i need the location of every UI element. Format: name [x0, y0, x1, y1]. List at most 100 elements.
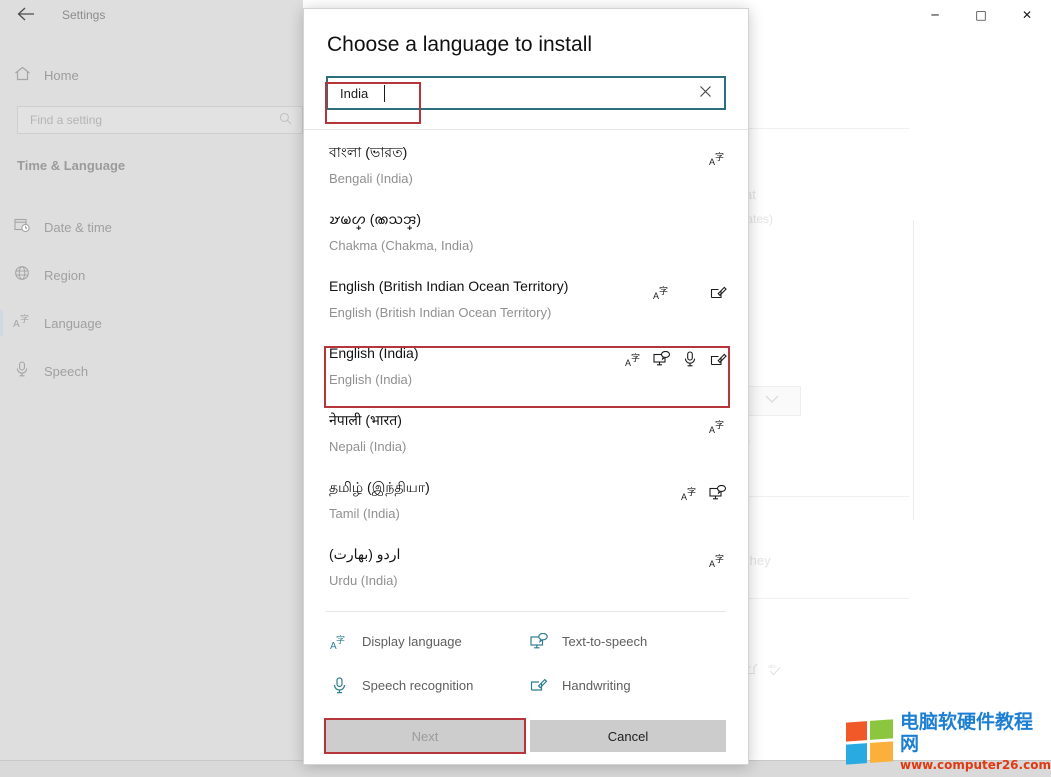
- dialog-title: Choose a language to install: [327, 33, 593, 56]
- sidebar-item-speech[interactable]: Speech: [0, 354, 303, 388]
- text-caret: [384, 85, 385, 102]
- svg-text:A: A: [13, 319, 20, 329]
- legend-label: Text-to-speech: [562, 633, 648, 649]
- svg-text:abc: abc: [768, 664, 777, 670]
- sidebar-group-title: Time & Language: [17, 158, 126, 173]
- minimize-button[interactable]: ─: [912, 0, 958, 31]
- svg-text:字: 字: [336, 634, 345, 646]
- list-item[interactable]: 𑄏𑄟𑄦𑄳 (𑄚𑄥𑄞𑄳) Chakma (Chakma, India): [304, 197, 748, 264]
- watermark-site-name: 电脑软硬件教程网: [900, 711, 1034, 755]
- sidebar-item-label: Region: [44, 267, 86, 283]
- maximize-button[interactable]: □: [958, 0, 1004, 31]
- language-english-name: English (British Indian Ocean Territory): [329, 305, 552, 320]
- svg-text:字: 字: [715, 553, 724, 565]
- watermark-url: www.computer26.com: [900, 758, 1051, 772]
- list-item[interactable]: नेपाली (भारत) Nepali (India) A 字: [304, 398, 748, 465]
- language-feature-icons: A 字: [708, 148, 728, 168]
- list-item[interactable]: اردو (بھارت) Urdu (India) A 字: [304, 532, 748, 599]
- background-divider: [749, 598, 909, 599]
- language-english-name: English (India): [329, 372, 413, 387]
- list-item[interactable]: English (India) English (India) A 字: [304, 331, 748, 398]
- legend-item-display-language: A 字 Display language: [326, 630, 526, 652]
- globe-icon: [0, 265, 44, 285]
- language-feature-icons: A 字: [624, 349, 728, 369]
- text-to-speech-icon: [526, 630, 552, 652]
- language-native-name: اردو (بھارت): [329, 546, 401, 562]
- search-icon: [279, 112, 292, 129]
- microphone-icon: [326, 674, 352, 696]
- legend-divider: [326, 611, 726, 612]
- legend-label: Handwriting: [562, 677, 631, 693]
- language-search-value: India: [340, 86, 369, 101]
- legend-item-handwriting: Handwriting: [526, 674, 726, 696]
- language-english-name: Nepali (India): [329, 439, 407, 454]
- sidebar-item-region[interactable]: Region: [0, 258, 303, 292]
- language-native-name: বাংলা (ভারত): [329, 144, 408, 160]
- display-language-icon: A 字: [624, 349, 644, 369]
- sidebar-home-label: Home: [44, 67, 79, 83]
- display-language-icon: A 字: [326, 630, 352, 652]
- feature-legend: A 字 Display language Text-to-speech Spee…: [326, 619, 726, 701]
- language-english-name: Urdu (India): [329, 573, 398, 588]
- dialog-footer: Next Cancel: [304, 714, 748, 766]
- list-item[interactable]: বাংলা (ভারত) Bengali (India) A 字: [304, 130, 748, 197]
- back-arrow-icon[interactable]: [14, 6, 38, 28]
- language-native-name: नेपाली (भारत): [329, 412, 402, 428]
- display-language-icon: A 字: [708, 148, 728, 168]
- sidebar-item-date-time[interactable]: Date & time: [0, 210, 303, 244]
- sidebar-item-label: Speech: [44, 363, 89, 379]
- language-english-name: Chakma (Chakma, India): [329, 238, 474, 253]
- svg-text:字: 字: [715, 151, 724, 163]
- handwriting-icon: [708, 282, 728, 302]
- language-feature-icons: A 字: [680, 483, 728, 503]
- chevron-down-icon: [765, 392, 779, 408]
- language-search-input[interactable]: India: [326, 76, 726, 110]
- language-native-name: 𑄏𑄟𑄦𑄳 (𑄚𑄥𑄞𑄳): [329, 211, 422, 227]
- svg-text:字: 字: [715, 419, 724, 431]
- list-item[interactable]: English (British Indian Ocean Territory)…: [304, 264, 748, 331]
- microphone-icon: [0, 361, 44, 381]
- window-title: Settings: [62, 8, 106, 22]
- microphone-icon: [680, 349, 700, 369]
- sidebar-item-home[interactable]: Home: [0, 60, 303, 90]
- legend-item-speech-recognition: Speech recognition: [326, 674, 526, 696]
- choose-language-dialog: Choose a language to install India বাংলা…: [303, 8, 749, 765]
- legend-item-text-to-speech: Text-to-speech: [526, 630, 726, 652]
- next-button[interactable]: Next: [326, 720, 524, 752]
- background-divider: [749, 496, 909, 497]
- background-scrollbar[interactable]: [913, 220, 914, 520]
- language-feature-icons: A 字: [652, 282, 728, 302]
- display-language-icon: A 字: [708, 416, 728, 436]
- cancel-button[interactable]: Cancel: [530, 720, 726, 752]
- legend-label: Display language: [362, 633, 462, 649]
- watermark-text: 电脑软硬件教程网 www.computer26.com: [900, 711, 1051, 773]
- text-to-speech-icon: [652, 349, 672, 369]
- background-text-fragment: they: [746, 553, 771, 568]
- watermark: 电脑软硬件教程网 www.computer26.com: [846, 711, 1051, 772]
- sidebar-item-language[interactable]: A 字 Language: [0, 306, 303, 340]
- close-button[interactable]: ✕: [1004, 0, 1050, 31]
- find-a-setting-input[interactable]: Find a setting: [17, 106, 303, 134]
- display-language-icon: A 字: [680, 483, 700, 503]
- legend-row: Speech recognition Handwriting: [326, 663, 726, 707]
- language-feature-icons: A 字: [708, 416, 728, 436]
- language-english-name: Bengali (India): [329, 171, 413, 186]
- sidebar-item-label: Language: [44, 315, 102, 331]
- display-language-icon: A 字: [0, 313, 44, 333]
- svg-text:字: 字: [631, 352, 640, 364]
- spellcheck-icon: abc: [768, 662, 783, 680]
- list-item[interactable]: தமிழ் (இந்தியா) Tamil (India) A 字: [304, 465, 748, 532]
- svg-text:字: 字: [687, 486, 696, 498]
- svg-text:字: 字: [20, 313, 29, 325]
- language-list[interactable]: বাংলা (ভারত) Bengali (India) A 字 𑄏𑄟𑄦𑄳 (𑄚…: [304, 130, 748, 611]
- handwriting-icon: [708, 349, 728, 369]
- language-search-row: India: [326, 76, 726, 110]
- svg-text:字: 字: [659, 285, 668, 297]
- windows-logo-icon: [846, 719, 893, 765]
- calendar-clock-icon: [0, 217, 44, 237]
- close-icon[interactable]: [696, 85, 714, 103]
- text-to-speech-icon: [708, 483, 728, 503]
- sidebar-item-label: Date & time: [44, 219, 112, 235]
- background-divider: [749, 128, 909, 129]
- find-a-setting-placeholder: Find a setting: [30, 113, 103, 127]
